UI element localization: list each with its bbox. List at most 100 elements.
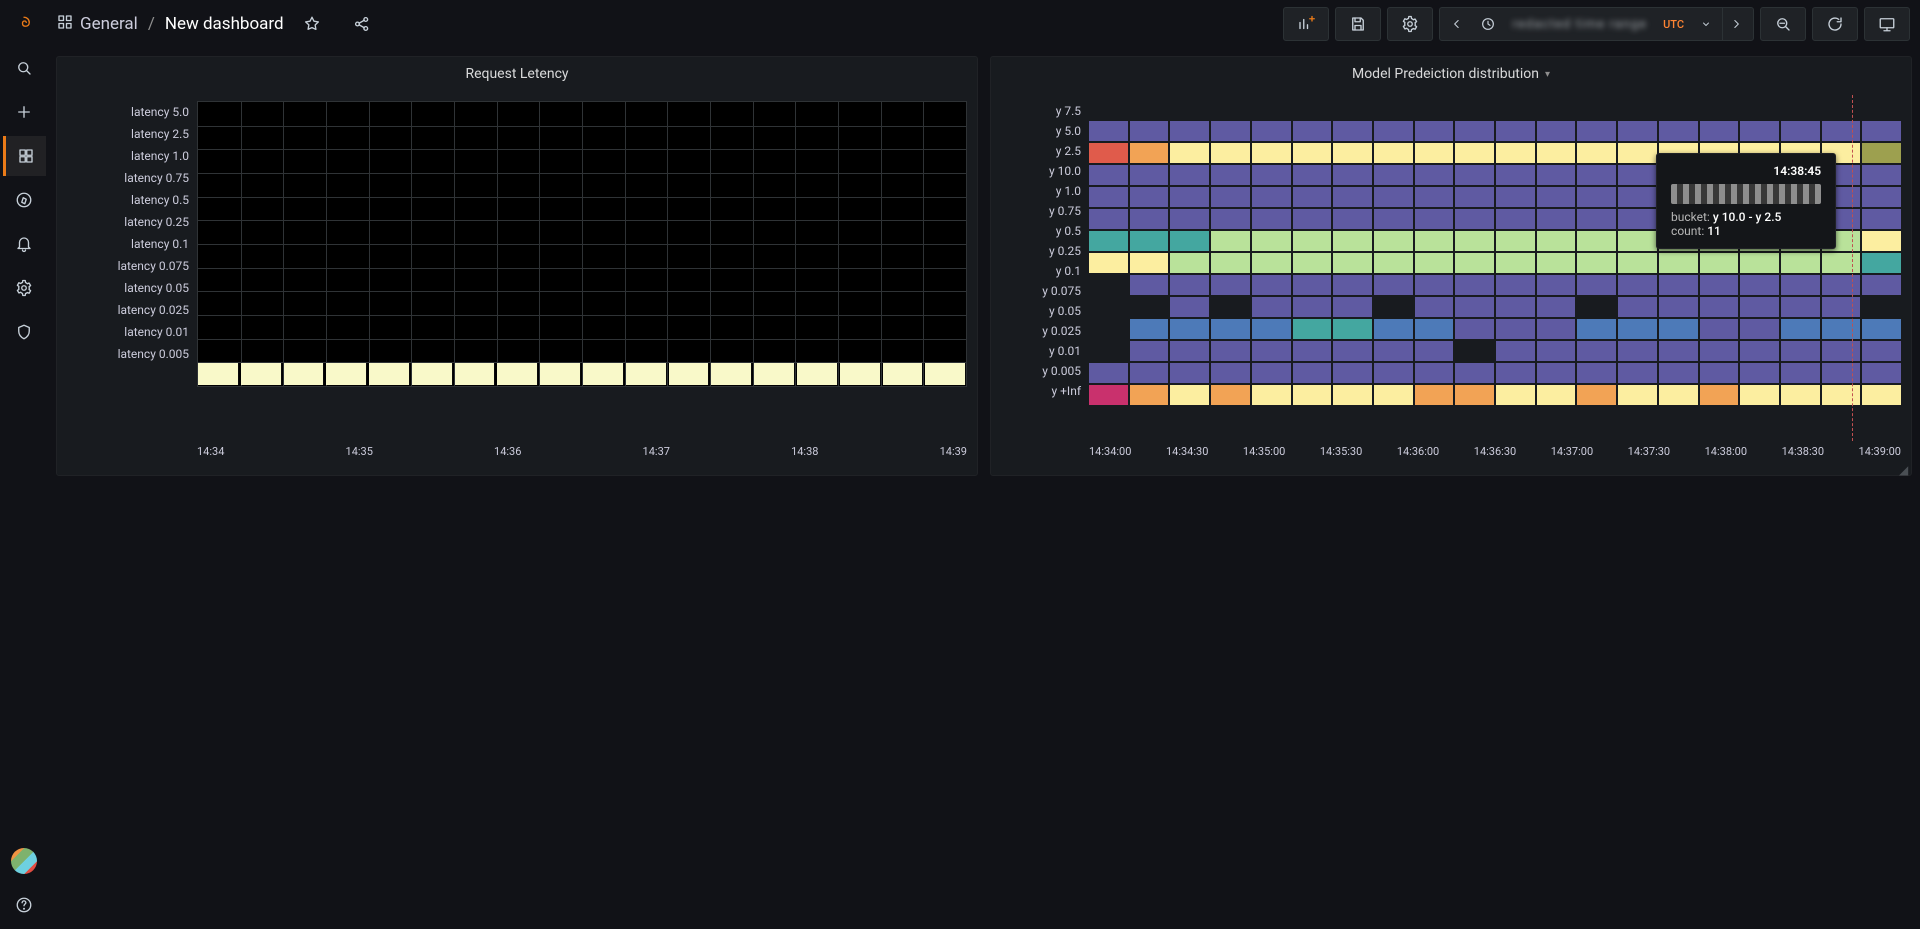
heatmap-cell <box>1618 407 1657 427</box>
heatmap-cell <box>1211 253 1250 273</box>
add-panel-button[interactable] <box>1283 7 1329 41</box>
time-picker[interactable]: redacted time range UTC <box>1439 7 1754 41</box>
heatmap-cell <box>1455 99 1494 119</box>
heatmap-cell <box>1537 99 1576 119</box>
heatmap-cell <box>1211 319 1250 339</box>
grafana-logo[interactable] <box>4 4 44 44</box>
xaxis-tick: 14:37 <box>643 445 670 467</box>
heatmap-cell <box>1700 253 1739 273</box>
panel-resize-handle[interactable]: ◢ <box>1899 463 1909 473</box>
heatmap-cell <box>1415 187 1454 207</box>
heatmap-cell <box>1089 275 1128 295</box>
heatmap-cell <box>1496 319 1535 339</box>
heatmap-cell <box>1781 275 1820 295</box>
yaxis-tick: y +Inf <box>1051 381 1081 401</box>
heatmap-cell <box>1618 165 1657 185</box>
heatmap-cell <box>1781 121 1820 141</box>
heatmap-plot[interactable]: 14:38:45 bucket: y 10.0 - y 2.5 count: 1… <box>1089 95 1901 441</box>
alerting-icon[interactable] <box>4 224 44 264</box>
dashboard-settings-button[interactable] <box>1387 7 1433 41</box>
heatmap-cell <box>1170 121 1209 141</box>
heatmap-cell <box>1211 275 1250 295</box>
heatmap-cell <box>1618 385 1657 405</box>
heatmap-cell <box>1618 319 1657 339</box>
heatmap-cell <box>1130 165 1169 185</box>
heatmap-cell <box>1293 209 1332 229</box>
refresh-button[interactable] <box>1812 7 1858 41</box>
user-avatar[interactable] <box>4 841 44 881</box>
save-button[interactable] <box>1335 7 1381 41</box>
heatmap-cell <box>1537 275 1576 295</box>
heatmap-cell <box>1211 187 1250 207</box>
panel-title-text: Model Predeiction distribution <box>1352 66 1539 82</box>
heatmap-cell <box>1577 231 1616 251</box>
yaxis-tick: y 5.0 <box>1056 121 1081 141</box>
heatmap-cell <box>1211 143 1250 163</box>
server-admin-icon[interactable] <box>4 312 44 352</box>
heatmap-cell <box>1537 165 1576 185</box>
xaxis-tick: 14:36 <box>494 445 521 467</box>
time-forward-button[interactable] <box>1722 8 1749 40</box>
heatmap-cell <box>1577 187 1616 207</box>
timezone-label[interactable]: UTC <box>1657 8 1690 40</box>
dashboards-icon[interactable] <box>3 136 46 176</box>
heatmap-cell <box>1455 209 1494 229</box>
heatmap-cell <box>1374 187 1413 207</box>
breadcrumb-dashboard[interactable]: New dashboard <box>165 14 284 34</box>
heatmap-cell <box>1415 363 1454 383</box>
yaxis-tick: y 0.75 <box>1049 201 1081 221</box>
time-back-button[interactable] <box>1444 8 1470 40</box>
heatmap-cell <box>1374 143 1413 163</box>
breadcrumb-folder[interactable]: General <box>80 14 138 34</box>
panel-title[interactable]: Model Predeiction distribution ▾ <box>991 57 1911 91</box>
time-range-label[interactable]: redacted time range <box>1506 8 1653 40</box>
heatmap-cell <box>1130 363 1169 383</box>
heatmap-cell <box>1740 341 1779 361</box>
heatmap-cell <box>1618 143 1657 163</box>
tooltip-color-preview <box>1671 184 1821 204</box>
configuration-icon[interactable] <box>4 268 44 308</box>
heatmap-cell <box>1781 99 1820 119</box>
heatmap-cell <box>1455 385 1494 405</box>
heatmap-cell <box>1211 165 1250 185</box>
help-icon[interactable] <box>4 885 44 925</box>
create-icon[interactable] <box>4 92 44 132</box>
star-icon[interactable] <box>290 8 334 40</box>
heatmap-cell <box>1740 297 1779 317</box>
heatmap-cell <box>1862 319 1901 339</box>
yaxis-tick: y 7.5 <box>1056 101 1081 121</box>
heatmap-cell <box>1415 99 1454 119</box>
xaxis-tick: 14:37:00 <box>1551 445 1593 467</box>
heatmap-cell <box>1455 187 1494 207</box>
explore-icon[interactable] <box>4 180 44 220</box>
view-mode-button[interactable] <box>1864 7 1910 41</box>
panel-title[interactable]: Request Letency <box>57 57 977 91</box>
heatmap-plot[interactable] <box>197 95 967 441</box>
heatmap-cell <box>1700 275 1739 295</box>
heatmap-cell <box>1170 385 1209 405</box>
share-icon[interactable] <box>340 8 384 40</box>
search-icon[interactable] <box>4 48 44 88</box>
heatmap-cell <box>1130 187 1169 207</box>
heatmap-cell <box>1293 407 1332 427</box>
timezone-chevron-icon[interactable] <box>1694 8 1718 40</box>
zoom-out-button[interactable] <box>1760 7 1806 41</box>
heatmap-cell <box>1130 407 1169 427</box>
heatmap-cell <box>1577 143 1616 163</box>
heatmap-cell <box>1537 121 1576 141</box>
heatmap-cell <box>1740 385 1779 405</box>
heatmap-cell <box>1862 99 1901 119</box>
heatmap-cell <box>1170 253 1209 273</box>
heatmap-cell <box>1537 407 1576 427</box>
heatmap-cell <box>1374 341 1413 361</box>
heatmap-cell <box>1618 187 1657 207</box>
heatmap-cell <box>1130 143 1169 163</box>
heatmap-cell <box>1293 231 1332 251</box>
heatmap-cell <box>1455 143 1494 163</box>
heatmap-cell <box>1211 407 1250 427</box>
heatmap-cell <box>1252 385 1291 405</box>
xaxis-tick: 14:38:00 <box>1705 445 1747 467</box>
heatmap-cell <box>1740 363 1779 383</box>
apps-icon[interactable] <box>56 13 74 35</box>
heatmap-cell <box>1415 297 1454 317</box>
